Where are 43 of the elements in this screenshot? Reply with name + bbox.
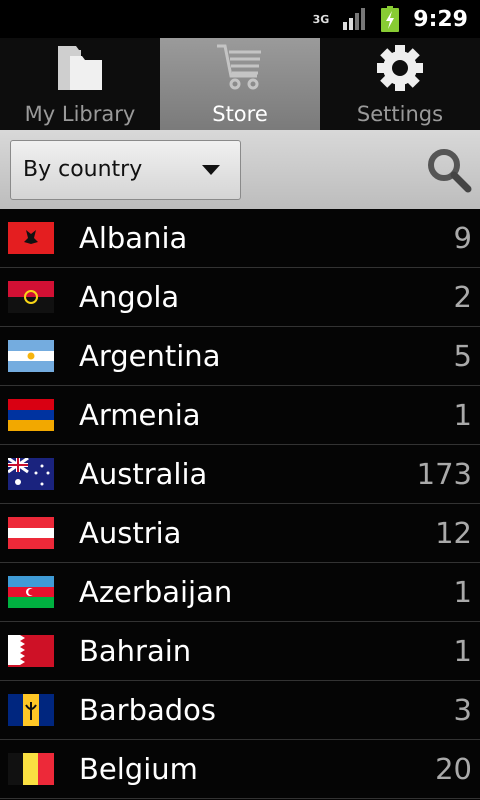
country-filter-dropdown[interactable]: By country: [10, 140, 241, 200]
flag-icon: [8, 517, 54, 549]
caret-icon: [202, 164, 220, 174]
item-count: 2: [454, 280, 472, 314]
cart-icon: [216, 44, 264, 90]
flag-icon: [8, 399, 54, 431]
tab[interactable]: My Library: [0, 38, 160, 130]
clock: 9:29: [413, 6, 468, 32]
item-count: 9: [454, 221, 472, 255]
item-count: 173: [416, 457, 472, 491]
settings-icon: [376, 44, 424, 92]
item-count: 5: [454, 339, 472, 373]
country-name[interactable]: Argentina: [79, 339, 454, 373]
tab[interactable]: Settings: [320, 38, 480, 130]
flag-icon: [8, 222, 54, 254]
flag-icon: [8, 458, 54, 490]
item-count: 12: [435, 516, 472, 550]
country-name[interactable]: Bahrain: [79, 634, 454, 668]
country-name[interactable]: Angola: [79, 280, 454, 314]
flag-icon: [8, 576, 54, 608]
flag-icon: [8, 340, 54, 372]
flag-icon: [8, 281, 54, 313]
folder-icon: [56, 44, 104, 92]
country-name[interactable]: Belgium: [79, 752, 436, 786]
country-name[interactable]: Azerbaijan: [79, 575, 454, 609]
item-count: 20: [435, 752, 472, 786]
search-icon: [426, 146, 472, 192]
item-count: 1: [454, 575, 472, 609]
network-type: 3G: [312, 14, 330, 24]
flag-icon: [8, 694, 54, 726]
flag-icon: [8, 753, 54, 785]
country-name[interactable]: Australia: [79, 457, 417, 491]
item-count: 3: [454, 693, 472, 727]
country-name[interactable]: Austria: [79, 516, 436, 550]
signal-icon: [343, 8, 368, 30]
country-name[interactable]: Albania: [79, 221, 454, 255]
country-name[interactable]: Armenia: [79, 398, 454, 432]
item-count: 1: [454, 634, 472, 668]
flag-icon: [8, 635, 54, 667]
item-count: 1: [454, 398, 472, 432]
tab[interactable]: Store: [160, 38, 320, 130]
battery-charging-icon: [381, 6, 400, 32]
country-name[interactable]: Barbados: [79, 693, 454, 727]
